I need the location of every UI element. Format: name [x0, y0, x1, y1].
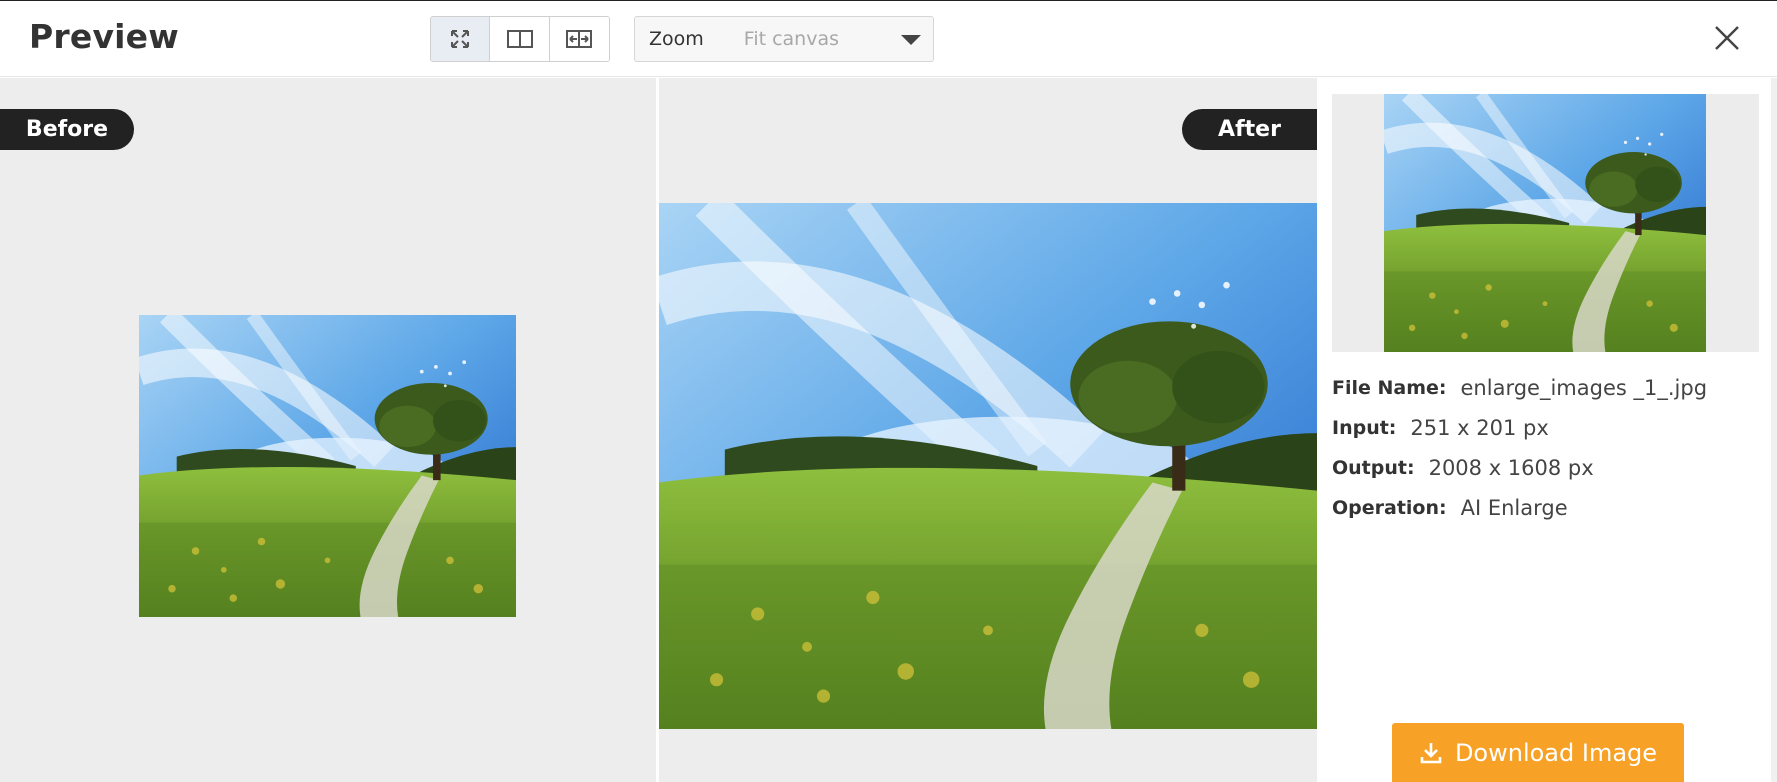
zoom-label: Zoom: [649, 28, 704, 50]
info-panel: File Name: enlarge_images _1_.jpg Input:…: [1317, 78, 1777, 782]
fit-screen-icon: [451, 30, 470, 48]
file-name-label: File Name:: [1332, 377, 1447, 399]
operation-label: Operation:: [1332, 497, 1447, 519]
operation-row: Operation: AI Enlarge: [1332, 488, 1752, 528]
before-image: [139, 315, 516, 617]
split-view-button[interactable]: [490, 17, 550, 61]
download-label: Download Image: [1454, 738, 1658, 767]
zoom-select[interactable]: Zoom Fit canvas: [634, 16, 934, 62]
output-row: Output: 2008 x 1608 px: [1332, 448, 1752, 488]
preview-header: Preview Zoom Fit canvas: [0, 1, 1777, 77]
download-icon: [1419, 741, 1443, 765]
after-badge: After: [1182, 109, 1317, 150]
input-row: Input: 251 x 201 px: [1332, 408, 1752, 448]
output-value: 2008 x 1608 px: [1428, 456, 1594, 480]
after-pane: After: [659, 78, 1317, 782]
file-name-row: File Name: enlarge_images _1_.jpg: [1332, 368, 1752, 408]
view-mode-group: [430, 16, 610, 62]
panel-scrollbar[interactable]: [1771, 78, 1777, 782]
before-pane: Before: [0, 78, 656, 782]
compare-slider-icon: [566, 30, 593, 48]
page-title: Preview: [29, 17, 179, 56]
input-label: Input:: [1332, 417, 1397, 439]
after-image: [659, 203, 1317, 729]
close-icon: [1715, 26, 1739, 50]
input-value: 251 x 201 px: [1410, 416, 1549, 440]
output-label: Output:: [1332, 457, 1415, 479]
split-view-icon: [506, 30, 533, 48]
thumbnail-box: [1332, 94, 1759, 352]
operation-value: AI Enlarge: [1460, 496, 1568, 520]
zoom-value: Fit canvas: [743, 28, 840, 50]
fit-screen-button[interactable]: [431, 17, 491, 61]
file-info: File Name: enlarge_images _1_.jpg Input:…: [1332, 368, 1752, 528]
thumbnail-image: [1384, 94, 1706, 352]
compare-slider-button[interactable]: [549, 17, 609, 61]
close-button[interactable]: [1710, 21, 1744, 55]
download-image-button[interactable]: Download Image: [1392, 723, 1684, 782]
file-name-value: enlarge_images _1_.jpg: [1460, 376, 1708, 400]
before-badge: Before: [0, 109, 134, 150]
chevron-down-icon: [901, 35, 921, 45]
